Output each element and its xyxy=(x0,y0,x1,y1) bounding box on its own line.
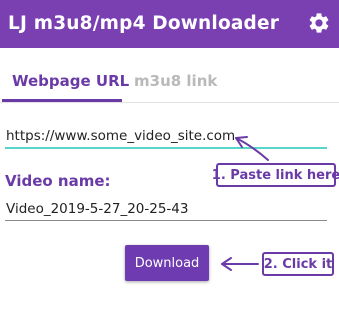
download-button[interactable]: Download xyxy=(125,245,209,281)
tab-bar: Webpage URL m3u8 link xyxy=(0,62,339,103)
tab-webpage-url[interactable]: Webpage URL xyxy=(12,72,129,90)
app-bar: LJ m3u8/mp4 Downloader xyxy=(0,0,339,48)
gear-icon[interactable] xyxy=(307,11,331,35)
video-name-input[interactable]: Video_2019-5-27_20-25-43 xyxy=(6,201,188,217)
url-input-underline xyxy=(5,147,327,149)
paste-annotation: 1. Paste link here xyxy=(212,163,339,187)
click-annotation: 2. Click it xyxy=(262,252,334,276)
url-input[interactable]: https://www.some_video_site.com xyxy=(6,128,235,144)
app-title: LJ m3u8/mp4 Downloader xyxy=(8,13,280,34)
tab-divider xyxy=(0,102,339,103)
video-name-label: Video name: xyxy=(5,172,111,190)
tab-m3u8-link[interactable]: m3u8 link xyxy=(134,72,217,90)
paste-arrow-icon xyxy=(235,137,269,161)
video-name-underline xyxy=(5,220,327,221)
